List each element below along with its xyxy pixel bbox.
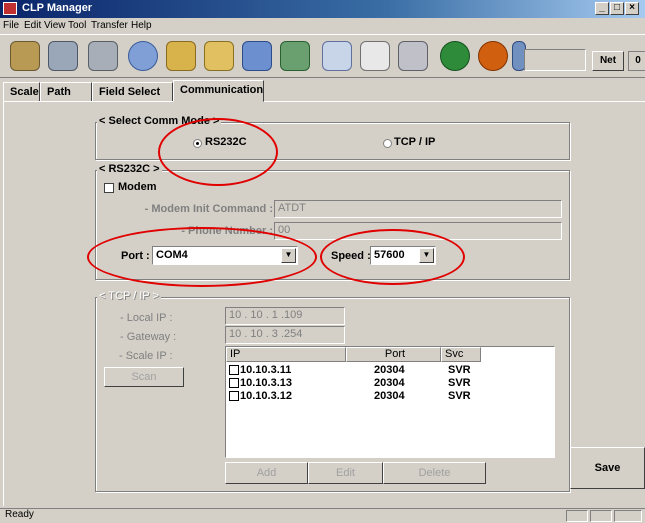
radio-tcpip[interactable] xyxy=(383,139,392,148)
row-svc: SVR xyxy=(448,377,471,389)
port-label: Port : xyxy=(121,250,150,262)
status-pane xyxy=(566,510,588,522)
label-icon[interactable] xyxy=(360,41,390,71)
list-item[interactable]: 10.10.3.13 20304 SVR xyxy=(226,377,552,390)
column-port[interactable]: Port xyxy=(346,347,441,362)
tab-path[interactable]: Path xyxy=(40,82,92,102)
radio-rs232c-label[interactable]: RS232C xyxy=(205,136,247,148)
status-pane xyxy=(614,510,642,522)
row-checkbox[interactable] xyxy=(229,378,239,388)
edit-button[interactable]: Edit xyxy=(308,462,383,484)
row-ip: 10.10.3.11 xyxy=(240,364,292,376)
keyboard-icon[interactable] xyxy=(398,41,428,71)
row-ip: 10.10.3.13 xyxy=(240,377,292,389)
list-item[interactable]: 10.10.3.11 20304 SVR xyxy=(226,364,552,377)
modem-init-label: - Modem Init Command : xyxy=(144,203,273,215)
row-svc: SVR xyxy=(448,364,471,376)
radio-tcpip-label[interactable]: TCP / IP xyxy=(394,136,435,148)
row-ip: 10.10.3.12 xyxy=(240,390,292,402)
menu-edit[interactable]: Edit xyxy=(24,20,41,31)
row-checkbox[interactable] xyxy=(229,391,239,401)
save-disk-icon[interactable] xyxy=(48,41,78,71)
tab-scale[interactable]: Scale xyxy=(3,82,40,102)
menu-view[interactable]: View xyxy=(44,20,66,31)
row-port: 20304 xyxy=(374,390,405,402)
column-svc[interactable]: Svc xyxy=(441,347,481,362)
scale-ip-list[interactable]: IP Port Svc 10.10.3.11 20304 SVR 10.10.3… xyxy=(225,346,555,458)
minimize-button[interactable]: _ xyxy=(595,2,609,15)
add-button[interactable]: Add xyxy=(225,462,308,484)
comm-mode-label: < Select Comm Mode > xyxy=(97,115,222,127)
window-title: CLP Manager xyxy=(22,2,93,14)
phone-number-field[interactable]: 00 xyxy=(274,222,562,240)
folder-user-icon[interactable] xyxy=(204,41,234,71)
gateway-label: - Gateway : xyxy=(120,331,177,343)
radio-rs232c[interactable] xyxy=(193,139,202,148)
tab-field-select[interactable]: Field Select xyxy=(92,82,173,102)
status-pane xyxy=(590,510,612,522)
local-ip-label: - Local IP : xyxy=(120,312,173,324)
save-button[interactable]: Save xyxy=(570,447,645,489)
comm-mode-group xyxy=(95,122,570,160)
open-folder-icon[interactable] xyxy=(10,41,40,71)
menu-bar: File Edit View Tool Transfer Help xyxy=(0,18,645,34)
row-port: 20304 xyxy=(374,364,405,376)
counter-box: 0 xyxy=(628,51,645,71)
people-icon[interactable] xyxy=(280,41,310,71)
speed-value: 57600 xyxy=(374,249,405,261)
port-value: COM4 xyxy=(156,249,188,261)
printer-icon[interactable] xyxy=(88,41,118,71)
menu-transfer[interactable]: Transfer xyxy=(91,20,128,31)
orange-arrow-icon[interactable] xyxy=(478,41,508,71)
title-bar: CLP Manager _ □ × xyxy=(0,0,645,18)
tcpip-label: < TCP / IP > xyxy=(97,290,161,302)
local-ip-field[interactable]: 10 . 10 . 1 .109 xyxy=(225,307,345,325)
row-checkbox[interactable] xyxy=(229,365,239,375)
list-item[interactable]: 10.10.3.12 20304 SVR xyxy=(226,390,552,403)
speed-label: Speed : xyxy=(331,250,371,262)
speed-select[interactable]: 57600 ▼ xyxy=(370,246,436,265)
toolbar: Net 0 xyxy=(0,34,645,78)
menu-tool[interactable]: Tool xyxy=(68,20,86,31)
maximize-button[interactable]: □ xyxy=(610,2,624,15)
globe-icon[interactable] xyxy=(128,41,158,71)
modem-checkbox[interactable] xyxy=(104,183,114,193)
row-port: 20304 xyxy=(374,377,405,389)
green-arrow-icon[interactable] xyxy=(440,41,470,71)
port-select[interactable]: COM4 ▼ xyxy=(152,246,298,265)
scale-ip-label: - Scale IP : xyxy=(119,350,173,362)
row-svc: SVR xyxy=(448,390,471,402)
tab-communication[interactable]: Communication xyxy=(173,80,264,102)
rs232c-label: < RS232C > xyxy=(97,163,162,175)
star-icon[interactable] xyxy=(166,41,196,71)
toolbar-field[interactable] xyxy=(524,49,586,71)
menu-file[interactable]: File xyxy=(3,20,19,31)
delete-button[interactable]: Delete xyxy=(383,462,486,484)
status-text: Ready xyxy=(5,509,34,520)
folder-person-icon[interactable] xyxy=(242,41,272,71)
column-ip[interactable]: IP xyxy=(226,347,346,362)
status-bar: Ready xyxy=(0,508,645,523)
scan-button[interactable]: Scan xyxy=(104,367,184,387)
net-button[interactable]: Net xyxy=(592,51,624,71)
chevron-down-icon[interactable]: ▼ xyxy=(419,248,434,263)
modem-label[interactable]: Modem xyxy=(118,181,157,193)
modem-init-field[interactable]: ATDT xyxy=(274,200,562,218)
phone-number-label: - Phone Number : xyxy=(181,225,273,237)
gateway-field[interactable]: 10 . 10 . 3 .254 xyxy=(225,326,345,344)
chevron-down-icon[interactable]: ▼ xyxy=(281,248,296,263)
menu-help[interactable]: Help xyxy=(131,20,152,31)
grid-icon[interactable] xyxy=(322,41,352,71)
app-icon xyxy=(3,2,17,15)
close-button[interactable]: × xyxy=(625,2,639,15)
